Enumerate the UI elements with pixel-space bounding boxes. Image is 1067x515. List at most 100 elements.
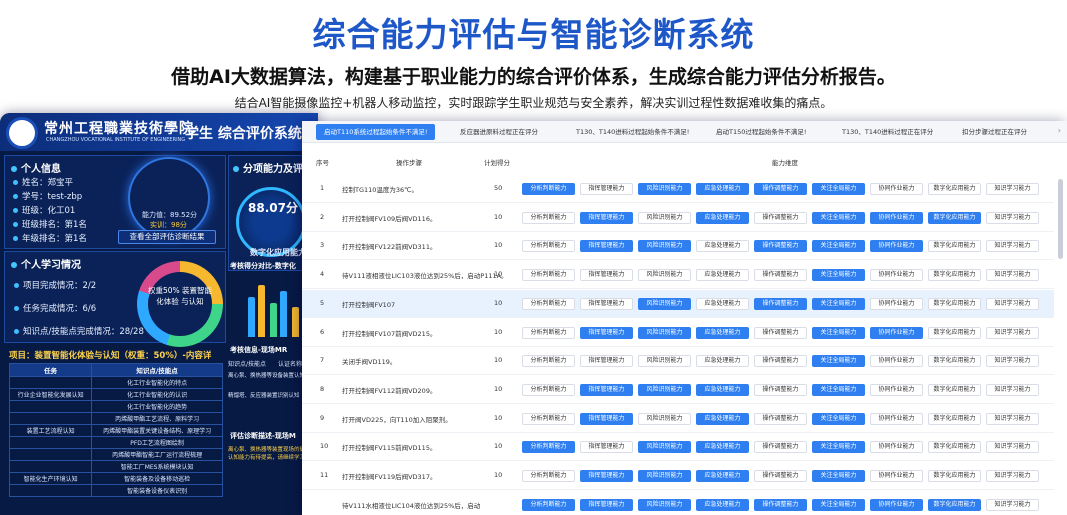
ability-tag-button[interactable]: 操作调整能力: [754, 297, 807, 310]
ability-tag-button[interactable]: 分析判断能力: [522, 412, 575, 425]
ability-tag-button[interactable]: 指挥管理能力: [580, 470, 633, 482]
ability-tag-button[interactable]: 指挥管理能力: [580, 383, 633, 396]
tab-deduction-scoring[interactable]: 扣分步骤过程正在评分: [954, 124, 1035, 140]
ability-tag-button[interactable]: 数字化应用能力: [928, 441, 981, 454]
table-row[interactable]: 5 打开控制阀FV107 10 分析判断能力 指挥管理能力 风险识别能力 应急处理能力 操作调…: [302, 289, 1054, 318]
ability-tag-button[interactable]: 协同作业能力: [870, 269, 923, 282]
chevron-right-icon[interactable]: ›: [1058, 126, 1061, 135]
ability-tag-button[interactable]: 协同作业能力: [870, 297, 923, 310]
ability-tag-button[interactable]: 分析判断能力: [522, 211, 575, 224]
ability-tag-button[interactable]: 风险识别能力: [638, 297, 691, 310]
ability-tag-button[interactable]: 分析判断能力: [522, 240, 575, 253]
table-row[interactable]: 7 关闭手阀VD119。 10 分析判断能力 指挥管理能力 风险识别能力 应急处理能力 操作调…: [302, 347, 1054, 376]
ability-tag-button[interactable]: 指挥管理能力: [580, 297, 633, 310]
ability-tag-button[interactable]: 协同作业能力: [870, 326, 923, 339]
ability-tag-button[interactable]: 分析判断能力: [522, 470, 575, 482]
ability-tag-button[interactable]: 操作调整能力: [754, 269, 807, 282]
ability-tag-button[interactable]: 风险识别能力: [638, 269, 691, 282]
ability-tag-button[interactable]: 数字化应用能力: [928, 183, 981, 195]
ability-tag-button[interactable]: 风险识别能力: [638, 498, 691, 511]
tab-reactor-feed[interactable]: 反应器进原料过程正在评分: [452, 124, 546, 140]
ability-tag-button[interactable]: 指挥管理能力: [580, 355, 633, 368]
ability-tag-button[interactable]: 关注全局能力: [812, 470, 865, 482]
ability-tag-button[interactable]: 指挥管理能力: [580, 326, 633, 339]
ability-tag-button[interactable]: 关注全局能力: [812, 441, 865, 454]
ability-tag-button[interactable]: 知识学习能力: [986, 412, 1039, 425]
ability-tag-button[interactable]: 操作调整能力: [754, 441, 807, 454]
ability-tag-button[interactable]: 操作调整能力: [754, 326, 807, 339]
tab-t130-t140-feed[interactable]: T130、T140进料过程起始条件不满足!: [568, 124, 697, 140]
vertical-scrollbar[interactable]: [1058, 179, 1063, 259]
ability-tag-button[interactable]: 操作调整能力: [754, 498, 807, 511]
ability-tag-button[interactable]: 指挥管理能力: [580, 269, 633, 282]
ability-tag-button[interactable]: 分析判断能力: [522, 355, 575, 368]
table-row[interactable]: 8 打开控制阀FV112前阀VD209。 10 分析判断能力 指挥管理能力 风险识别能力应…: [302, 376, 1054, 404]
ability-tag-button[interactable]: 协同作业能力: [870, 412, 923, 425]
ability-tag-button[interactable]: 关注全局能力: [812, 383, 865, 396]
ability-tag-button[interactable]: 指挥管理能力: [580, 211, 633, 224]
ability-tag-button[interactable]: 风险识别能力: [638, 412, 691, 425]
ability-tag-button[interactable]: 操作调整能力: [754, 470, 807, 482]
ability-tag-button[interactable]: 数字化应用能力: [928, 297, 981, 310]
ability-tag-button[interactable]: 风险识别能力: [638, 355, 691, 368]
ability-tag-button[interactable]: 分析判断能力: [522, 441, 575, 454]
ability-tag-button[interactable]: 协同作业能力: [870, 211, 923, 224]
table-row[interactable]: 4 待V111液相液位LIC103液位达到25%后，启动P111A。 10 分析判断能…: [302, 261, 1054, 290]
ability-tag-button[interactable]: 关注全局能力: [812, 240, 865, 253]
ability-tag-button[interactable]: 操作调整能力: [754, 355, 807, 368]
ability-tag-button[interactable]: 数字化应用能力: [928, 326, 981, 339]
ability-tag-button[interactable]: 协同作业能力: [870, 498, 923, 511]
ability-tag-button[interactable]: 应急处理能力: [696, 355, 749, 368]
ability-tag-button[interactable]: 知识学习能力: [986, 470, 1039, 482]
ability-tag-button[interactable]: 分析判断能力: [522, 297, 575, 310]
ability-tag-button[interactable]: 协同作业能力: [870, 355, 923, 368]
ability-tag-button[interactable]: 应急处理能力: [696, 240, 749, 253]
table-row[interactable]: 11 打开控制阀FV119后阀VD317。 10 分析判断能力 指挥管理能力 风险识别能力…: [302, 462, 1054, 490]
ability-tag-button[interactable]: 关注全局能力: [812, 498, 865, 511]
table-row[interactable]: 1 控制TG110温度为36℃。 50 分析判断能力 指挥管理能力 风险识别能力 应急处理能…: [302, 175, 1054, 203]
table-row[interactable]: 10 打开控制阀FV115前阀VD115。 10 分析判断能力 指挥管理能力 风险识别能力…: [302, 433, 1054, 462]
ability-tag-button[interactable]: 风险识别能力: [638, 240, 691, 253]
ability-tag-button[interactable]: 应急处理能力: [696, 269, 749, 282]
ability-tag-button[interactable]: 操作调整能力: [754, 240, 807, 253]
ability-tag-button[interactable]: 关注全局能力: [812, 211, 865, 224]
ability-tag-button[interactable]: 应急处理能力: [696, 183, 749, 195]
ability-tag-button[interactable]: 应急处理能力: [696, 211, 749, 224]
ability-tag-button[interactable]: 分析判断能力: [522, 383, 575, 396]
ability-tag-button[interactable]: 知识学习能力: [986, 441, 1039, 454]
ability-tag-button[interactable]: 关注全局能力: [812, 412, 865, 425]
ability-tag-button[interactable]: 数字化应用能力: [928, 412, 981, 425]
ability-tag-button[interactable]: 指挥管理能力: [580, 498, 633, 511]
ability-tag-button[interactable]: 数字化应用能力: [928, 470, 981, 482]
table-row[interactable]: 6 打开控制阀FV107前阀VD215。 10 分析判断能力 指挥管理能力 风险识别能力应…: [302, 319, 1054, 347]
ability-tag-button[interactable]: 协同作业能力: [870, 441, 923, 454]
view-all-results-button[interactable]: 查看全部评估诊断结果: [118, 230, 216, 244]
ability-tag-button[interactable]: 操作调整能力: [754, 183, 807, 195]
ability-tag-button[interactable]: 数字化应用能力: [928, 269, 981, 282]
ability-tag-button[interactable]: 关注全局能力: [812, 297, 865, 310]
ability-tag-button[interactable]: 应急处理能力: [696, 441, 749, 454]
tab-t110-start[interactable]: 启动T110系统过程起始条件不满足!: [316, 124, 436, 140]
ability-tag-button[interactable]: 指挥管理能力: [580, 183, 633, 195]
ability-tag-button[interactable]: 知识学习能力: [986, 355, 1039, 368]
ability-tag-button[interactable]: 分析判断能力: [522, 498, 575, 511]
table-row[interactable]: 3 打开控制阀FV122前阀VD311。 10 分析判断能力 指挥管理能力 风险识别能力应…: [302, 232, 1054, 261]
ability-tag-button[interactable]: 知识学习能力: [986, 326, 1039, 339]
ability-tag-button[interactable]: 数字化应用能力: [928, 498, 981, 511]
tab-t130-t140-scoring[interactable]: T130、T140进料过程正在评分: [834, 124, 941, 140]
ability-tag-button[interactable]: 应急处理能力: [696, 326, 749, 339]
ability-tag-button[interactable]: 数字化应用能力: [928, 211, 981, 224]
ability-tag-button[interactable]: 指挥管理能力: [580, 412, 633, 425]
ability-tag-button[interactable]: 知识学习能力: [986, 383, 1039, 396]
ability-tag-button[interactable]: 分析判断能力: [522, 326, 575, 339]
ability-tag-button[interactable]: 知识学习能力: [986, 297, 1039, 310]
table-row[interactable]: 9 打开阀VD225，向T110加入阻聚剂。 10 分析判断能力 指挥管理能力 风险识别能…: [302, 405, 1054, 433]
ability-tag-button[interactable]: 分析判断能力: [522, 269, 575, 282]
ability-tag-button[interactable]: 风险识别能力: [638, 383, 691, 396]
ability-tag-button[interactable]: 关注全局能力: [812, 183, 865, 195]
ability-tag-button[interactable]: 指挥管理能力: [580, 441, 633, 454]
ability-tag-button[interactable]: 知识学习能力: [986, 240, 1039, 253]
ability-tag-button[interactable]: 协同作业能力: [870, 470, 923, 482]
ability-tag-button[interactable]: 指挥管理能力: [580, 240, 633, 253]
ability-tag-button[interactable]: 操作调整能力: [754, 412, 807, 425]
